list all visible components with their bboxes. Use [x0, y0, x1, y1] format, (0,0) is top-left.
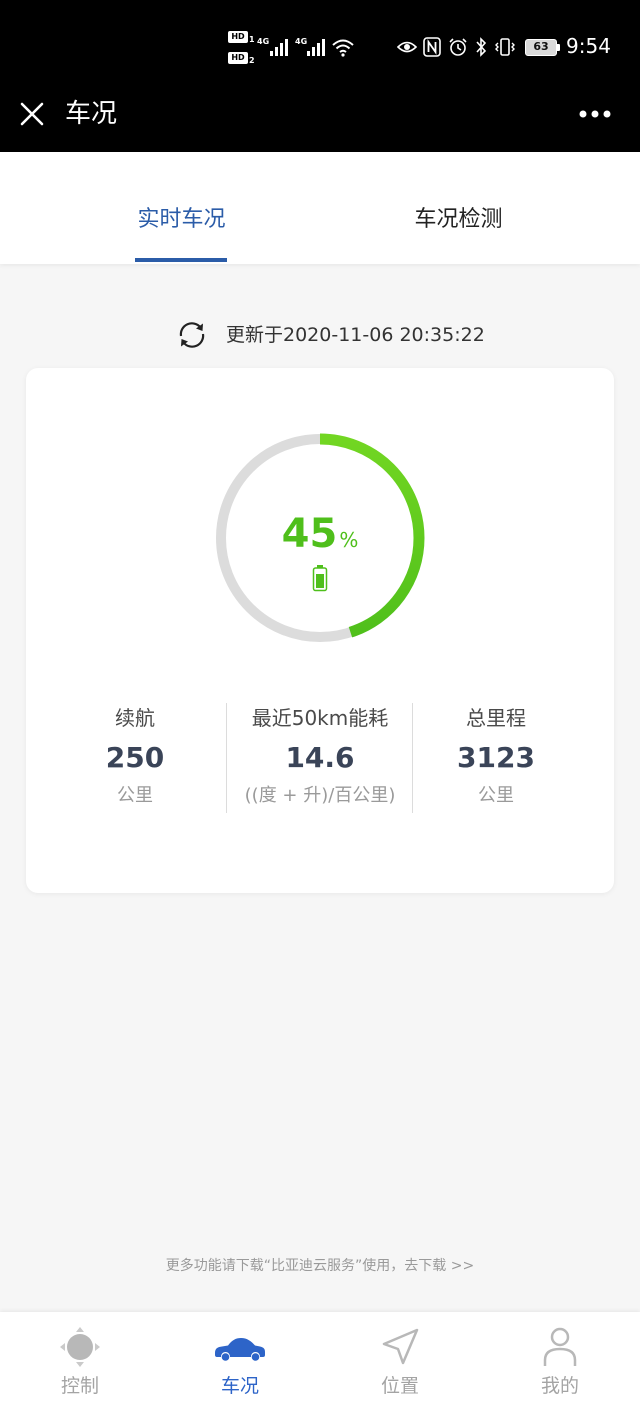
stat-value: 14.6 [285, 741, 355, 774]
more-icon[interactable] [578, 109, 612, 119]
stat-divider [226, 703, 227, 813]
stat-label: 续航 [115, 706, 155, 730]
eye-icon [397, 41, 417, 53]
update-timestamp: 更新于2020-11-06 20:35:22 [226, 324, 485, 346]
tab-active-indicator [134, 258, 227, 262]
tab-status-check[interactable]: 车况检测 [320, 152, 597, 264]
stat-total-mileage: 总里程 3123 公里 [406, 703, 586, 813]
person-icon [543, 1327, 577, 1366]
battery-icon: 63 [525, 39, 557, 56]
refresh-icon[interactable] [176, 319, 208, 351]
stat-label: 最近50km能耗 [251, 706, 389, 730]
tab-label: 实时车况 [137, 207, 226, 232]
nav-label: 控制 [60, 1375, 99, 1397]
nav-item-vehicle-status[interactable]: 车况 [160, 1312, 320, 1408]
control-icon [60, 1327, 100, 1367]
nav-item-profile[interactable]: 我的 [480, 1312, 640, 1408]
stat-unit: ((度 + 升)/百公里) [244, 785, 396, 806]
stat-unit: 公里 [478, 785, 514, 806]
battery-percent-unit: % [339, 528, 359, 552]
sim1-hd-badge: HD [228, 31, 248, 43]
tab-label: 车况检测 [414, 207, 503, 232]
car-icon [215, 1338, 265, 1361]
close-icon[interactable] [20, 102, 44, 126]
location-arrow-icon [382, 1328, 419, 1365]
stat-value: 3123 [457, 741, 535, 774]
stat-unit: 公里 [117, 785, 153, 806]
stat-value: 250 [105, 741, 165, 774]
nav-item-control[interactable]: 控制 [0, 1312, 160, 1408]
stat-label: 总里程 [466, 706, 526, 730]
stat-energy-consumption: 最近50km能耗 14.6 ((度 + 升)/百公里) [230, 703, 410, 813]
sim1-index: 1 [249, 35, 255, 44]
alarm-icon [449, 38, 467, 56]
battery-icon [312, 565, 328, 592]
status-bar: HD 1 HD 2 4G 4G 63 9:54 [0, 0, 640, 90]
sim2-network-label: 4G [295, 37, 308, 46]
tab-realtime-status[interactable]: 实时车况 [43, 152, 320, 264]
signal-icon [270, 39, 288, 56]
sim2-hd-badge: HD [228, 52, 248, 64]
sim1-network-label: 4G [257, 37, 270, 46]
tab-bar: 实时车况 车况检测 [0, 152, 640, 264]
nav-label: 位置 [380, 1375, 419, 1397]
wifi-icon [332, 39, 354, 57]
bluetooth-icon [476, 37, 487, 57]
signal-icon [307, 39, 325, 56]
gauge-value: 45% [26, 510, 614, 566]
battery-nub [557, 44, 560, 51]
app-header: HD 1 HD 2 4G 4G 63 9:54 车况 [0, 0, 640, 152]
vibrate-icon [495, 38, 515, 56]
status-time: 9:54 [566, 34, 611, 58]
nav-item-location[interactable]: 位置 [320, 1312, 480, 1408]
battery-percent-value: 45 [281, 511, 338, 557]
vehicle-status-card: 45% 续航 250 公里 最近50km能耗 14.6 ((度 + 升)/百公里… [26, 368, 614, 893]
nav-label: 我的 [540, 1375, 579, 1397]
download-app-link[interactable]: 更多功能请下载“比亚迪云服务”使用，去下载 >> [0, 1256, 640, 1276]
nav-label: 车况 [220, 1375, 259, 1397]
page-title: 车况 [65, 99, 118, 129]
stat-range: 续航 250 公里 [45, 703, 225, 813]
nfc-icon [423, 37, 441, 57]
sim2-index: 2 [249, 56, 255, 65]
bottom-nav: 控制 车况 位置 我的 [0, 1312, 640, 1408]
